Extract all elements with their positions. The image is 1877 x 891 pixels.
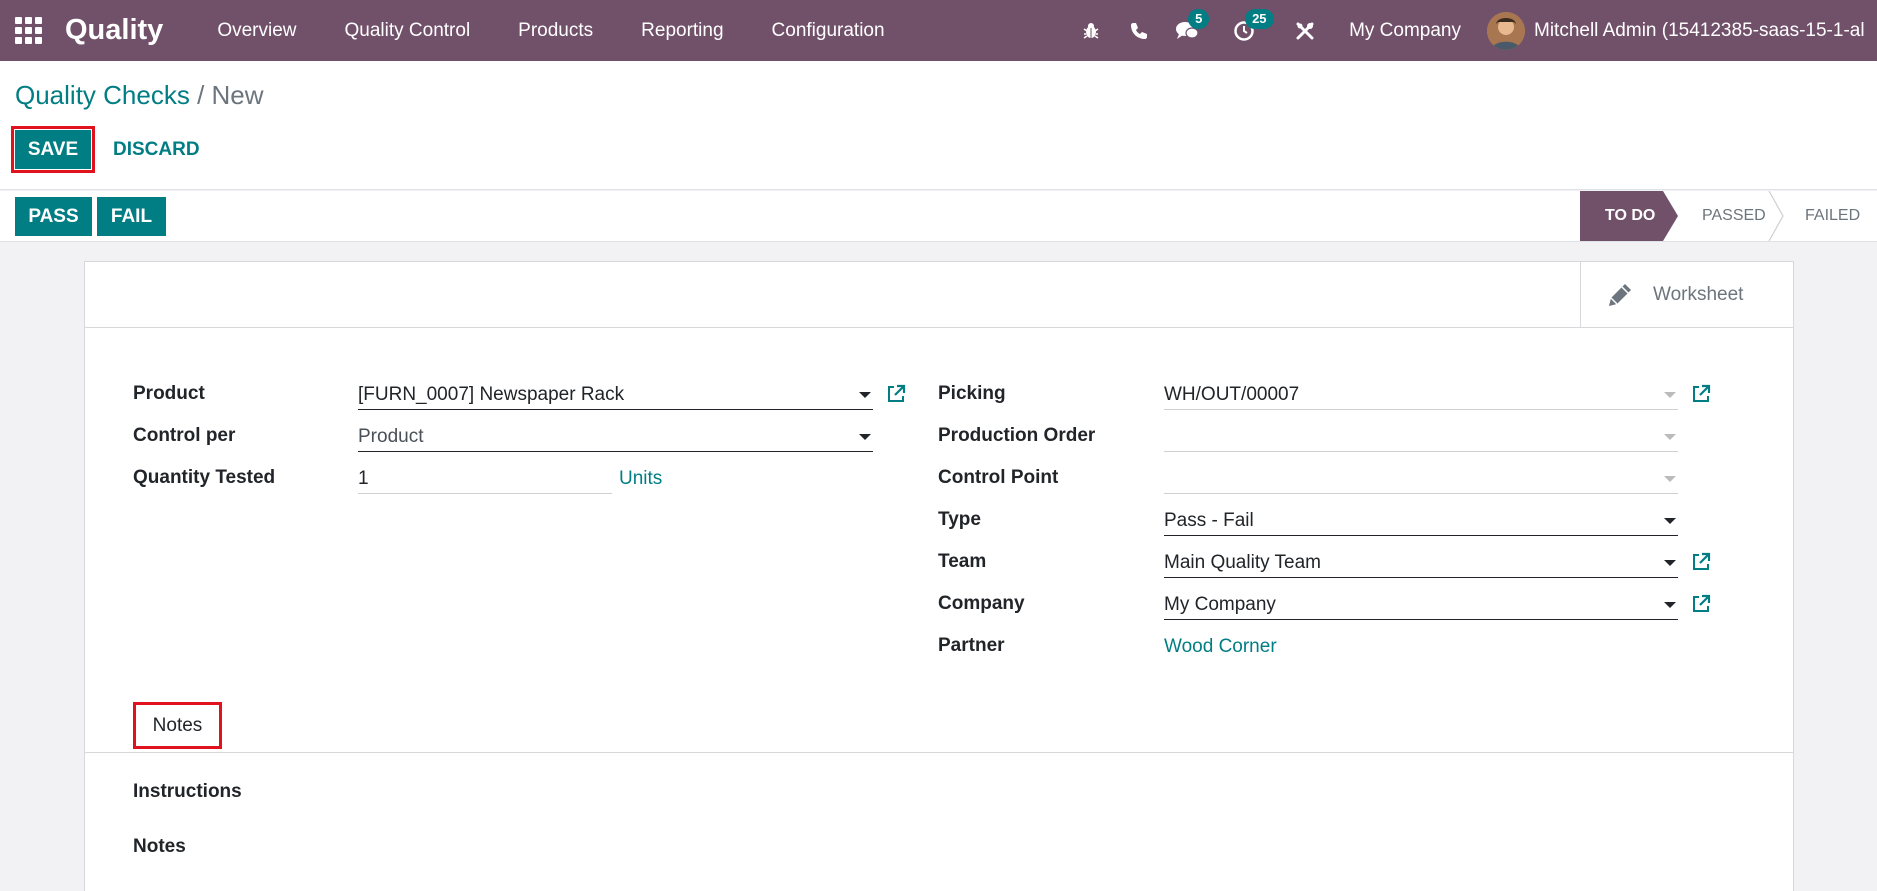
quantity-unit: Units (619, 468, 663, 489)
stage-separator-icon (1768, 191, 1784, 241)
phone-icon[interactable] (1126, 18, 1152, 44)
status-bar: PASS FAIL TO DO PASSED FAILED (0, 191, 1877, 242)
chevron-down-icon (1664, 475, 1676, 482)
fail-button[interactable]: FAIL (97, 197, 166, 236)
user-menu[interactable]: Mitchell Admin (15412385-saas-15-1-al (1534, 20, 1877, 42)
quantity-tested-value: 1 (358, 467, 369, 489)
external-link-icon[interactable] (1690, 551, 1712, 573)
type-value: Pass - Fail (1164, 509, 1254, 531)
save-button[interactable]: SAVE (11, 126, 95, 173)
stage-passed-label: PASSED (1702, 207, 1766, 224)
picking-field[interactable]: WH/OUT/00007 (1164, 380, 1678, 410)
company-field[interactable]: My Company (1164, 590, 1678, 620)
team-value: Main Quality Team (1164, 551, 1321, 573)
production-order-field[interactable] (1164, 422, 1678, 452)
tab-divider (85, 752, 1793, 753)
product-label: Product (133, 383, 205, 404)
team-field[interactable]: Main Quality Team (1164, 548, 1678, 578)
stage-failed[interactable]: FAILED (1776, 191, 1877, 241)
company-switcher[interactable]: My Company (1349, 20, 1461, 42)
production-order-label: Production Order (938, 425, 1096, 446)
chevron-down-icon (1664, 433, 1676, 440)
menu-configuration[interactable]: Configuration (772, 20, 885, 42)
discard-button[interactable]: DISCARD (104, 130, 209, 169)
pencil-icon (1609, 283, 1631, 306)
control-point-field[interactable] (1164, 464, 1678, 494)
pass-button[interactable]: PASS (15, 197, 92, 236)
quantity-tested-input[interactable]: 1 (358, 464, 612, 494)
stage-pipeline: TO DO PASSED FAILED (1580, 191, 1877, 241)
worksheet-button[interactable]: Worksheet (1580, 262, 1793, 327)
product-field[interactable]: [FURN_0007] Newspaper Rack (358, 380, 873, 410)
bug-icon[interactable] (1078, 18, 1104, 44)
apps-grid-icon[interactable] (14, 17, 42, 45)
tools-icon[interactable] (1292, 18, 1318, 44)
team-label: Team (938, 551, 987, 572)
chevron-down-icon (859, 391, 871, 398)
breadcrumb-current: New (211, 80, 264, 110)
chat-icon[interactable]: 5 (1174, 8, 1210, 44)
tab-notes[interactable]: Notes (133, 702, 222, 749)
partner-field: Wood Corner (1164, 632, 1678, 662)
top-navbar: Quality Overview Quality Control Product… (0, 0, 1877, 61)
menu-quality-control[interactable]: Quality Control (345, 20, 471, 42)
chevron-down-icon (1664, 517, 1676, 524)
notes-label: Notes (133, 836, 186, 857)
chevron-down-icon (1664, 391, 1676, 398)
control-per-select[interactable]: Product (358, 422, 873, 452)
instructions-label: Instructions (133, 781, 242, 802)
menu-products[interactable]: Products (518, 20, 593, 42)
stage-todo[interactable]: TO DO (1580, 191, 1678, 241)
breadcrumb-separator: / (189, 80, 212, 110)
menu-overview[interactable]: Overview (217, 20, 296, 42)
company-label: Company (938, 593, 1025, 614)
app-brand[interactable]: Quality (65, 14, 163, 47)
control-per-value: Product (358, 425, 424, 447)
activities-badge: 25 (1245, 8, 1274, 29)
worksheet-label: Worksheet (1653, 283, 1744, 305)
navbar-systray: 5 25 My Company Mitchell Admin (15412385… (1067, 0, 1877, 61)
breadcrumb-quality-checks[interactable]: Quality Checks (15, 80, 190, 110)
messages-badge: 5 (1188, 8, 1210, 29)
external-link-icon[interactable] (885, 383, 907, 405)
external-link-icon[interactable] (1690, 593, 1712, 615)
stage-passed[interactable]: PASSED (1663, 191, 1784, 241)
chevron-down-icon (1664, 601, 1676, 608)
chevron-down-icon (859, 433, 871, 440)
control-panel: Quality Checks / New SAVE DISCARD (0, 61, 1877, 190)
partner-label: Partner (938, 635, 1005, 656)
picking-value: WH/OUT/00007 (1164, 383, 1300, 405)
chevron-down-icon (1664, 559, 1676, 566)
control-point-label: Control Point (938, 467, 1059, 488)
picking-label: Picking (938, 383, 1006, 404)
product-value: [FURN_0007] Newspaper Rack (358, 383, 625, 405)
form-sheet: Worksheet Product [FURN_0007] Newspaper … (84, 261, 1794, 891)
external-link-icon[interactable] (1690, 383, 1712, 405)
control-per-label: Control per (133, 425, 236, 446)
quantity-tested-label: Quantity Tested (133, 467, 276, 488)
menu-reporting[interactable]: Reporting (641, 20, 723, 42)
breadcrumb: Quality Checks / New (15, 80, 264, 111)
company-value: My Company (1164, 593, 1276, 615)
type-label: Type (938, 509, 981, 530)
button-box: Worksheet (85, 262, 1793, 328)
clock-icon[interactable]: 25 (1231, 8, 1274, 44)
partner-link[interactable]: Wood Corner (1164, 636, 1678, 658)
type-select[interactable]: Pass - Fail (1164, 506, 1678, 536)
avatar[interactable] (1487, 11, 1525, 50)
